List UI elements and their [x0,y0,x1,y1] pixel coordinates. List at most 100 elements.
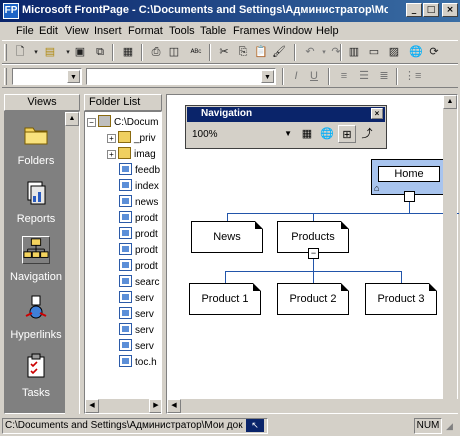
publish-icon[interactable]: ⧉ [92,45,108,60]
tree-folder[interactable]: + imag [107,147,156,163]
tree-file[interactable]: serv [119,307,154,323]
menu-frames[interactable]: Frames [233,25,270,37]
html-file-icon [119,243,132,255]
font-combo[interactable]: ▼ [86,68,276,85]
view-hyperlinks[interactable]: Hyperlinks [5,290,67,346]
hyperlinks-icon [25,295,47,319]
views-scrollbar[interactable]: ▲ [65,112,79,415]
folder-list-icon[interactable]: ▦ [120,45,136,60]
minimize-button[interactable]: _ [406,3,422,17]
zoom-combo[interactable]: 100% ▼ [190,126,294,144]
view-navigation[interactable]: Navigation [5,232,67,288]
home-page-label: Home [378,166,440,182]
close-button[interactable]: × [442,3,458,17]
chevron-down-icon[interactable]: ▼ [284,129,292,138]
menu-file[interactable]: File [16,25,34,37]
paste-icon[interactable]: 📋 [253,45,269,60]
resize-grip-icon[interactable]: ◢ [446,421,453,432]
tree-file[interactable]: index [119,179,159,195]
tree-file[interactable]: news [119,195,158,211]
navigation-vscrollbar[interactable]: ▲ [443,95,457,401]
page-node-product-3[interactable]: Product 3 [365,283,437,315]
maximize-button[interactable]: □ [423,3,439,17]
open-icon[interactable]: ▤ [42,45,58,60]
menu-insert[interactable]: Insert [94,25,122,37]
view-subtree-icon[interactable]: ⤴ [358,125,376,143]
align-center-icon[interactable]: ☰ [356,69,372,84]
format-painter-icon[interactable]: 🖌 [271,45,287,60]
insert-picture-icon[interactable]: ▨ [386,45,402,60]
tree-file[interactable]: toc.h [119,355,157,371]
style-combo[interactable]: ▼ [12,68,82,85]
portrait-landscape-icon[interactable]: ⊞ [338,125,356,143]
page-node-product-1[interactable]: Product 1 [189,283,261,315]
scroll-left-icon[interactable]: ◀ [85,399,99,413]
tree-file[interactable]: serv [119,291,154,307]
page-node-news[interactable]: News [191,221,263,253]
insert-component-icon[interactable]: ▥ [346,45,362,60]
tree-file[interactable]: feedb [119,163,160,179]
tree-file[interactable]: prodt [119,211,158,227]
collapse-toggle[interactable] [404,191,415,202]
scroll-right-icon[interactable]: ▶ [149,399,161,413]
tree-file[interactable]: searc [119,275,159,291]
menu-edit[interactable]: Edit [39,25,58,37]
navigation-hscrollbar[interactable]: ◀ [167,399,459,413]
italic-icon[interactable]: I [288,69,304,84]
plus-expander-icon[interactable]: + [107,134,116,143]
tree-folder[interactable]: + _priv [107,131,156,147]
scroll-up-icon[interactable]: ▲ [443,95,457,109]
spelling-icon[interactable]: ᴬᴮᶜ [188,45,204,60]
preview-icon[interactable]: ◫ [166,45,182,60]
close-icon[interactable]: × [371,108,383,119]
view-reports[interactable]: Reports [5,174,67,230]
frontpage-app-icon[interactable]: FP [3,3,19,19]
tree-file[interactable]: prodt [119,243,158,259]
folder-hscrollbar[interactable]: ◀ ▶ [85,399,161,413]
connector-line [313,259,314,271]
align-left-icon[interactable]: ≡ [336,69,352,84]
toolbar-grip[interactable] [4,68,7,85]
insert-table-icon[interactable]: ▭ [366,45,382,60]
page-node-product-2[interactable]: Product 2 [277,283,349,315]
menu-view[interactable]: View [65,25,89,37]
tree-file-label: serv [135,325,154,336]
navigation-view[interactable]: Navigation × 100% ▼ ▦ 🌐 ⊞ ⤴ Home ⌂ News … [166,94,459,414]
menu-table[interactable]: Table [200,25,226,37]
chevron-down-icon[interactable]: ▼ [67,70,80,83]
tree-file[interactable]: serv [119,323,154,339]
scroll-up-icon[interactable]: ▲ [65,112,79,126]
new-page-icon[interactable]: 🗋 [12,45,28,60]
align-right-icon[interactable]: ≣ [376,69,392,84]
cut-icon[interactable]: ✂ [216,45,232,60]
add-existing-page-icon[interactable]: ▦ [298,125,316,143]
menu-format[interactable]: Format [128,25,163,37]
underline-icon[interactable]: U [306,69,322,84]
minus-expander-icon[interactable]: − [87,118,96,127]
print-icon[interactable]: ⎙ [148,45,164,60]
toolbar-grip[interactable] [4,44,7,61]
tree-file[interactable]: prodt [119,259,158,275]
home-icon: ⌂ [374,183,380,193]
home-page-node[interactable]: Home ⌂ [371,159,445,195]
include-in-nav-bars-icon[interactable]: 🌐 [318,125,336,143]
menu-window[interactable]: Window [273,25,312,37]
menu-tools[interactable]: Tools [169,25,195,37]
refresh-icon[interactable]: ⟳ [426,45,442,60]
tree-root[interactable]: − C:\Docum [87,115,158,131]
plus-expander-icon[interactable]: + [107,150,116,159]
navigation-toolbar-titlebar[interactable]: Navigation × [187,107,385,122]
view-tasks[interactable]: Tasks [5,348,67,404]
tree-file[interactable]: serv [119,339,154,355]
copy-icon[interactable]: ⎘ [235,45,251,60]
view-folders[interactable]: Folders [5,116,67,172]
hyperlink-icon[interactable]: 🌐 [408,45,424,60]
title-bar[interactable]: FP Microsoft FrontPage - C:\Documents an… [0,0,460,22]
chevron-down-icon[interactable]: ▼ [261,70,274,83]
numbering-icon[interactable]: ⋮≡ [404,69,421,84]
menu-help[interactable]: Help [316,25,339,37]
scroll-left-icon[interactable]: ◀ [167,399,181,413]
tree-file[interactable]: prodt [119,227,158,243]
save-icon[interactable]: ▣ [72,45,88,60]
collapse-toggle[interactable]: − [308,248,319,259]
